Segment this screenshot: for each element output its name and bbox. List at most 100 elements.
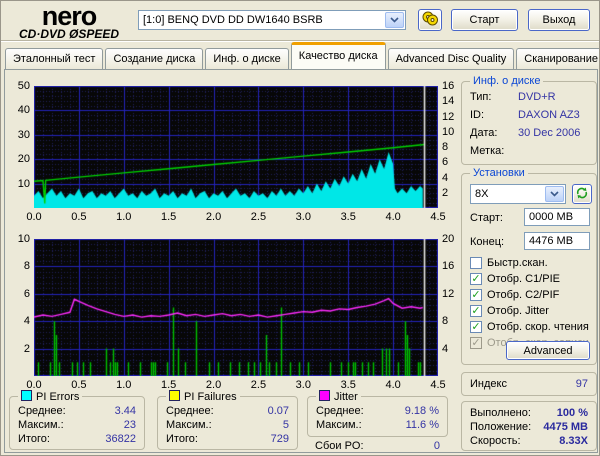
axis-tick-label: 3.0: [295, 379, 311, 391]
discs-icon: [422, 11, 438, 29]
axis-tick-label: 10: [17, 233, 30, 245]
axis-tick-label: 0.5: [71, 211, 87, 223]
stat-row: Среднее: 0.07: [166, 405, 289, 417]
checkbox-show-read-speed[interactable]: ✓ Отобр. скор. чтения: [470, 320, 589, 333]
axis-tick-label: 4.0: [385, 379, 401, 391]
checkbox-show-jitter[interactable]: ✓ Отобр. Jitter: [470, 304, 549, 317]
po-failures-value: 0: [433, 440, 440, 452]
advanced-button[interactable]: Advanced: [506, 341, 590, 360]
progress-row: Выполнено: 100 %: [470, 407, 588, 419]
start-field[interactable]: 0000 MB: [524, 208, 590, 226]
progress-row: Скорость: 8.33X: [470, 435, 588, 447]
settings-title: Установки: [470, 167, 528, 179]
index-label: Индекс: [470, 378, 507, 390]
stat-row: Среднее: 9.18 %: [316, 405, 439, 417]
index-value: 97: [575, 378, 588, 390]
axis-tick-label: 30: [17, 128, 30, 141]
start-field-label: Старт:: [470, 212, 503, 224]
axis-tick-label: 20: [17, 153, 30, 166]
stat-row: Максим.: 5: [166, 419, 289, 431]
tab-create-disc[interactable]: Создание диска: [105, 48, 204, 69]
drive-select[interactable]: [1:0] BENQ DVD DD DW1640 BSRB: [138, 10, 406, 30]
jitter-stats-title: Jitter: [316, 390, 361, 403]
tab-scan-disc[interactable]: Сканирование диска: [516, 48, 599, 69]
checkbox-icon: ✓: [470, 288, 482, 301]
checkbox-icon: ✓: [470, 336, 482, 349]
axis-tick-label: 6: [23, 287, 30, 300]
pi-errors-stats-box: PI Errors Среднее: 3.44 Максим.: 23 Итого:…: [9, 390, 145, 450]
refresh-button[interactable]: [572, 184, 592, 204]
checkbox-fast-scan[interactable]: ✓Быстр.скан.: [470, 256, 548, 269]
axis-tick-label: 2.0: [205, 211, 222, 223]
tab-benchmark[interactable]: Эталонный тест: [5, 48, 104, 69]
axis-tick-label: 2: [442, 186, 449, 199]
index-row: Индекс 97: [470, 378, 588, 390]
pi-failures-chart: 10 8 6 4 2 20 16 12 8 4 0.0 0.5 1.0 1.5 2.0 2.5 3.0 3.5 4.…: [6, 233, 461, 394]
disc-info-title: Инф. о диске: [470, 75, 544, 87]
pi-failures-stats-title: PI Failures: [166, 390, 240, 403]
checkbox-show-c2-pif[interactable]: ✓ Отобр. C2/PIF: [470, 288, 559, 301]
checkbox-show-c1-pie[interactable]: ✓ Отобр. C1/PIE: [470, 272, 560, 285]
axis-tick-label: 4: [442, 171, 449, 184]
stat-row: Итого: 36822: [18, 433, 136, 445]
axis-tick-label: 8: [23, 260, 30, 273]
axis-tick-label: 4.0: [385, 211, 401, 223]
checkbox-icon: ✓: [470, 256, 482, 269]
pi-failures-stats-box: PI Failures Среднее: 0.07 Максим.: 5 Итого…: [157, 390, 298, 450]
tab-disc-quality[interactable]: Качество диска: [290, 42, 386, 69]
logo-cdspeed-text: CD·DVD ØSPEED: [18, 27, 119, 41]
tab-bar: Эталонный тест Создание диска Инф. о дис…: [5, 42, 599, 69]
jitter-stats-box: Jitter Среднее: 9.18 % Максим.: 11.6 %: [307, 390, 448, 437]
axis-tick-label: 20: [442, 233, 455, 245]
axis-tick-label: 4.5: [430, 211, 446, 223]
pi-errors-stats-title: PI Errors: [18, 390, 83, 403]
settings-box: Установки 8X Старт: 0000 MB Конец: 4476 …: [461, 167, 597, 365]
start-button[interactable]: Старт: [451, 9, 518, 31]
speed-select-value: 8X: [475, 188, 489, 200]
axis-tick-label: 1.5: [161, 211, 177, 223]
disc-info-row: ID: DAXON AZ3: [470, 109, 580, 121]
axis-tick-label: 10: [442, 125, 455, 138]
disc-info-row: Тип: DVD+R: [470, 91, 556, 103]
axis-tick-label: 1.0: [116, 379, 132, 391]
axis-tick-label: 2: [23, 342, 30, 355]
start-button-label: Старт: [469, 14, 500, 26]
nero-logo: nero CD·DVD ØSPEED: [5, 1, 133, 41]
axis-tick-label: 3.5: [340, 211, 356, 223]
axis-tick-label: 12: [442, 110, 455, 123]
axis-tick-label: 12: [442, 287, 455, 300]
axis-tick-label: 14: [442, 95, 455, 108]
disc-info-row: Метка:: [470, 145, 505, 157]
eject-disc-button[interactable]: [418, 9, 442, 31]
axis-tick-label: 40: [17, 104, 30, 117]
axis-tick-label: 4.5: [430, 379, 446, 391]
chevron-down-icon[interactable]: [385, 12, 404, 28]
end-field-label: Конец:: [470, 236, 505, 248]
stat-row: Максим.: 23: [18, 419, 136, 431]
axis-tick-label: 8: [442, 315, 449, 328]
chevron-down-icon[interactable]: [545, 186, 564, 202]
axis-tick-label: 10: [17, 177, 30, 190]
exit-button-label: Выход: [542, 14, 576, 26]
po-failures-row: Сбои PO: 0: [315, 440, 440, 452]
speed-select[interactable]: 8X: [470, 184, 566, 204]
pi-failures-legend-chip: [169, 390, 180, 401]
jitter-legend-chip: [319, 390, 330, 401]
tab-disc-info[interactable]: Инф. о диске: [205, 48, 289, 69]
tab-advanced-disc-quality[interactable]: Advanced Disc Quality: [387, 48, 515, 69]
stat-row: Среднее: 3.44: [18, 405, 136, 417]
axis-tick-label: 4: [442, 342, 449, 355]
drive-select-value: [1:0] BENQ DVD DD DW1640 BSRB: [143, 14, 323, 26]
axis-tick-label: 1.0: [116, 211, 132, 223]
pi-errors-legend-chip: [21, 390, 32, 401]
axis-tick-label: 2.5: [250, 211, 267, 223]
end-field[interactable]: 4476 MB: [524, 232, 590, 250]
checkbox-icon: ✓: [470, 320, 482, 333]
axis-tick-label: 50: [17, 80, 30, 92]
logo-nero-text: nero: [41, 1, 98, 31]
exit-button[interactable]: Выход: [528, 9, 590, 31]
axis-tick-label: 4: [23, 315, 30, 328]
advanced-button-label: Advanced: [523, 344, 573, 357]
checkbox-icon: ✓: [470, 272, 482, 285]
disc-info-row: Дата: 30 Dec 2006: [470, 127, 581, 139]
